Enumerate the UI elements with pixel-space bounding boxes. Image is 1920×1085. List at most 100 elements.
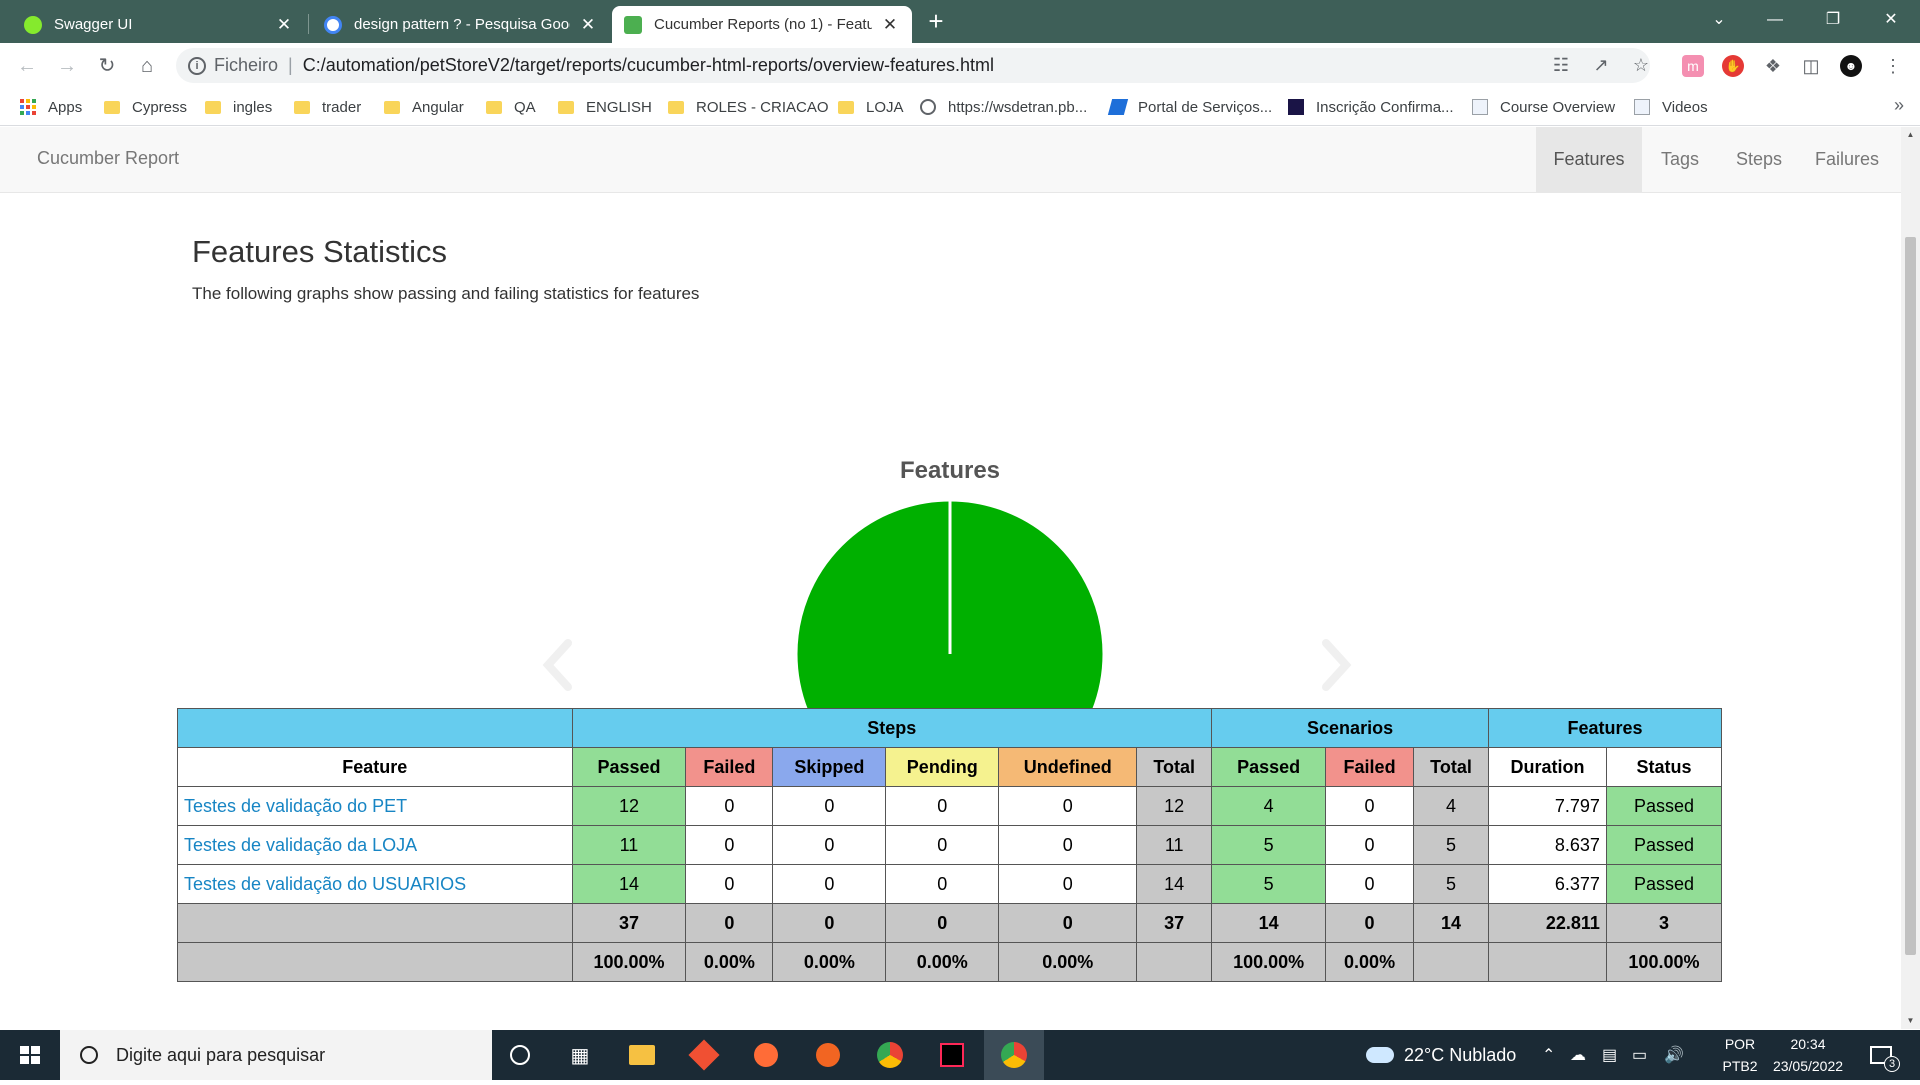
scroll-up-arrow-icon[interactable]: ▲ <box>1901 127 1920 143</box>
duration-cell: 6.377 <box>1487 864 1607 904</box>
col-steps-pending[interactable]: Pending <box>885 747 1000 787</box>
bookmark-angular[interactable]: Angular <box>384 97 464 117</box>
file-explorer-icon[interactable] <box>612 1030 672 1080</box>
scenarios-group-header: Scenarios <box>1211 708 1489 748</box>
weather-widget[interactable]: 22°C Nublado <box>1366 1030 1516 1080</box>
google-favicon-icon <box>324 15 342 34</box>
translate-icon[interactable]: ☷ <box>1550 54 1572 76</box>
url-text[interactable]: C:/automation/petStoreV2/target/reports/… <box>303 55 994 76</box>
nav-features[interactable]: Features <box>1536 127 1642 192</box>
keyboard-layout-indicator[interactable]: PTB2 <box>1716 1058 1764 1074</box>
feature-link-usuarios[interactable]: Testes de validação do USUARIOS <box>184 874 466 894</box>
forward-arrow-icon[interactable]: → <box>52 51 82 81</box>
nav-failures[interactable]: Failures <box>1800 127 1894 192</box>
taskbar-search-box[interactable]: Digite aqui para pesquisar <box>60 1030 492 1080</box>
windows-start-icon[interactable] <box>0 1030 60 1080</box>
report-brand[interactable]: Cucumber Report <box>37 148 179 169</box>
folder-icon <box>668 100 684 114</box>
bookmarks-overflow-icon[interactable]: » <box>1894 95 1904 116</box>
close-window-button[interactable]: ✕ <box>1868 0 1914 40</box>
tab-close-icon[interactable]: ✕ <box>274 15 294 35</box>
tab-google-search[interactable]: design pattern ? - Pesquisa Goog ✕ <box>308 6 610 43</box>
scrollbar-thumb[interactable] <box>1905 237 1916 955</box>
side-panel-icon[interactable]: ◫ <box>1800 55 1822 77</box>
notification-center-icon[interactable]: 3 <box>1870 1030 1900 1080</box>
chrome-icon[interactable] <box>860 1030 920 1080</box>
col-steps-skipped[interactable]: Skipped <box>772 747 887 787</box>
col-duration[interactable]: Duration <box>1487 747 1607 787</box>
battery-icon[interactable]: ▭ <box>1632 1030 1647 1080</box>
group-header-row: Steps Scenarios Features <box>177 708 1723 748</box>
col-steps-total[interactable]: Total <box>1136 747 1213 787</box>
minimize-button[interactable]: — <box>1752 0 1798 40</box>
site-info-icon[interactable]: i <box>188 56 206 75</box>
bookmark-inscricao[interactable]: Inscrição Confirma... <box>1288 97 1454 117</box>
col-scenarios-total[interactable]: Total <box>1413 747 1489 787</box>
clock-date[interactable]: 23/05/2022 <box>1766 1058 1850 1074</box>
back-arrow-icon[interactable]: ← <box>12 51 42 81</box>
clock-time[interactable]: 20:34 <box>1766 1036 1850 1052</box>
col-scenarios-passed[interactable]: Passed <box>1211 747 1327 787</box>
search-icon <box>80 1046 98 1064</box>
orange-app-icon[interactable] <box>798 1030 858 1080</box>
bookmark-wsdetran[interactable]: https://wsdetran.pb... <box>920 97 1087 117</box>
bookmark-label: QA <box>514 98 536 116</box>
bookmark-trader[interactable]: trader <box>294 97 361 117</box>
bookmark-roles-criacao[interactable]: ROLES - CRIACAO <box>668 97 829 117</box>
bookmark-qa[interactable]: QA <box>486 97 536 117</box>
share-icon[interactable]: ↗ <box>1590 54 1612 76</box>
carousel-next-icon[interactable] <box>1314 635 1354 695</box>
language-indicator[interactable]: POR <box>1716 1036 1764 1052</box>
col-scenarios-failed[interactable]: Failed <box>1325 747 1415 787</box>
volume-icon[interactable]: 🔊 <box>1664 1030 1684 1080</box>
carousel-prev-icon[interactable] <box>540 635 580 695</box>
col-steps-failed[interactable]: Failed <box>685 747 774 787</box>
show-hidden-icons-icon[interactable]: ⌃ <box>1542 1030 1555 1080</box>
col-steps-passed[interactable]: Passed <box>571 747 687 787</box>
bookmark-english[interactable]: ENGLISH <box>558 97 652 117</box>
tab-swagger-ui[interactable]: Swagger UI ✕ <box>0 6 306 43</box>
bookmark-videos[interactable]: Videos <box>1634 97 1708 117</box>
chrome-profile-icon[interactable] <box>984 1030 1044 1080</box>
new-tab-button[interactable]: + <box>922 6 950 36</box>
task-view-icon[interactable]: ▦ <box>550 1030 610 1080</box>
bookmark-cypress[interactable]: Cypress <box>104 97 187 117</box>
bookmark-loja[interactable]: LOJA <box>838 97 904 117</box>
reload-icon[interactable]: ↻ <box>92 51 122 81</box>
bookmark-portal-servicos[interactable]: Portal de Serviços... <box>1107 97 1272 117</box>
tab-close-icon[interactable]: ✕ <box>880 15 900 35</box>
nav-tags[interactable]: Tags <box>1642 127 1718 192</box>
swagger-favicon-icon <box>24 15 42 34</box>
devices-icon[interactable]: ▤ <box>1602 1030 1617 1080</box>
extension-m-icon[interactable]: m <box>1682 55 1704 77</box>
tab-cucumber-reports[interactable]: Cucumber Reports (no 1) - Featu ✕ <box>612 6 912 43</box>
extension-adblock-icon[interactable]: ✋ <box>1722 55 1744 77</box>
restore-button[interactable]: ❐ <box>1810 0 1856 40</box>
scroll-down-arrow-icon[interactable]: ▼ <box>1901 1013 1920 1029</box>
page-scrollbar[interactable]: ▲ ▼ <box>1901 127 1920 1029</box>
postman-app-icon[interactable] <box>736 1030 796 1080</box>
extensions-puzzle-icon[interactable]: ❖ <box>1762 55 1784 77</box>
bookmark-apps[interactable]: Apps <box>20 97 82 117</box>
git-app-icon[interactable] <box>674 1030 734 1080</box>
bookmark-star-icon[interactable]: ☆ <box>1630 54 1652 76</box>
doc-icon <box>1472 99 1488 115</box>
col-steps-undefined[interactable]: Undefined <box>998 747 1138 787</box>
feature-link-loja[interactable]: Testes de validação da LOJA <box>184 835 417 855</box>
nav-steps[interactable]: Steps <box>1718 127 1800 192</box>
col-feature[interactable]: Feature <box>177 747 573 787</box>
bookmark-ingles[interactable]: ingles <box>205 97 272 117</box>
profile-avatar[interactable]: ☻ <box>1840 55 1862 77</box>
tab-search-dropdown-icon[interactable]: ⌄ <box>1696 0 1742 40</box>
network-status-icon[interactable]: ☁ <box>1570 1030 1586 1080</box>
home-icon[interactable]: ⌂ <box>132 51 162 81</box>
cortana-icon[interactable] <box>490 1030 550 1080</box>
intellij-icon[interactable] <box>922 1030 982 1080</box>
bookmark-course-overview[interactable]: Course Overview <box>1472 97 1615 117</box>
menu-kebab-icon[interactable]: ⋮ <box>1882 55 1904 77</box>
steps-group-header: Steps <box>571 708 1213 748</box>
feature-link-pet[interactable]: Testes de validação do PET <box>184 796 407 816</box>
col-status[interactable]: Status <box>1605 747 1723 787</box>
address-bar[interactable]: i Ficheiro | C:/automation/petStoreV2/ta… <box>176 48 1650 83</box>
tab-close-icon[interactable]: ✕ <box>578 15 598 35</box>
